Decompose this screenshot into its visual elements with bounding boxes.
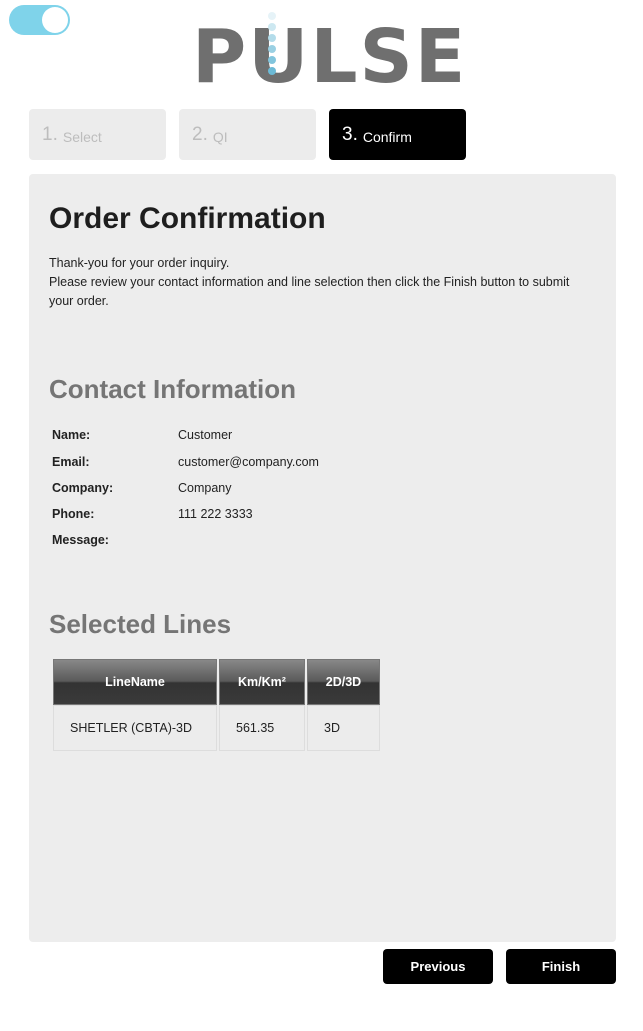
intro-line-1: Thank-you for your order inquiry.: [49, 256, 230, 270]
selected-lines-heading: Selected Lines: [49, 609, 232, 639]
cell-dimension: 3D: [307, 705, 380, 751]
field-label: Email:: [52, 455, 90, 469]
cell-linename: SHETLER (CBTA)-3D: [53, 705, 217, 751]
table-row[interactable]: SHETLER (CBTA)-3D 561.35 3D: [53, 705, 380, 751]
cell-km: 561.35: [219, 705, 305, 751]
intro-line-2: Please review your contact information a…: [49, 275, 570, 308]
step-select[interactable]: 1. Select: [29, 109, 166, 160]
step-number: 2.: [192, 123, 208, 145]
step-number: 1.: [42, 123, 58, 145]
page-title: Order Confirmation: [49, 202, 326, 235]
column-header-linename[interactable]: LineName: [53, 659, 217, 705]
field-value: Customer: [178, 428, 233, 442]
column-header-km[interactable]: Km/Km²: [219, 659, 305, 705]
step-confirm[interactable]: 3. Confirm: [329, 109, 466, 160]
confirmation-panel: Order Confirmation Thank-you for your or…: [29, 174, 616, 942]
column-header-dimension[interactable]: 2D/3D: [307, 659, 380, 705]
field-value: customer@company.com: [178, 455, 319, 469]
contact-heading: Contact Information: [49, 374, 296, 404]
pulse-logo: PULSE: [192, 12, 468, 100]
step-label: QI: [212, 128, 228, 145]
field-label: Company:: [52, 481, 114, 495]
field-value: Company: [178, 481, 232, 495]
table-header-row: LineName Km/Km² 2D/3D: [53, 659, 380, 705]
logo-text: PULSE: [192, 14, 468, 100]
step-label: Select: [62, 128, 102, 145]
selected-lines-table: LineName Km/Km² 2D/3D SHETLER (CBTA)-3D …: [51, 659, 382, 751]
step-number: 3.: [342, 123, 358, 145]
finish-button[interactable]: Finish: [506, 949, 616, 984]
logo-dots: [265, 12, 279, 76]
theme-toggle[interactable]: [9, 5, 70, 35]
step-qi[interactable]: 2. QI: [179, 109, 316, 160]
field-label: Name:: [52, 428, 91, 442]
toggle-knob: [42, 7, 68, 33]
field-value: 111 222 3333: [178, 507, 253, 521]
previous-button[interactable]: Previous: [383, 949, 493, 984]
step-label: Confirm: [362, 128, 412, 145]
field-label: Message:: [52, 533, 109, 547]
field-label: Phone:: [52, 507, 95, 521]
intro-text: Thank-you for your order inquiry. Please…: [49, 254, 589, 311]
